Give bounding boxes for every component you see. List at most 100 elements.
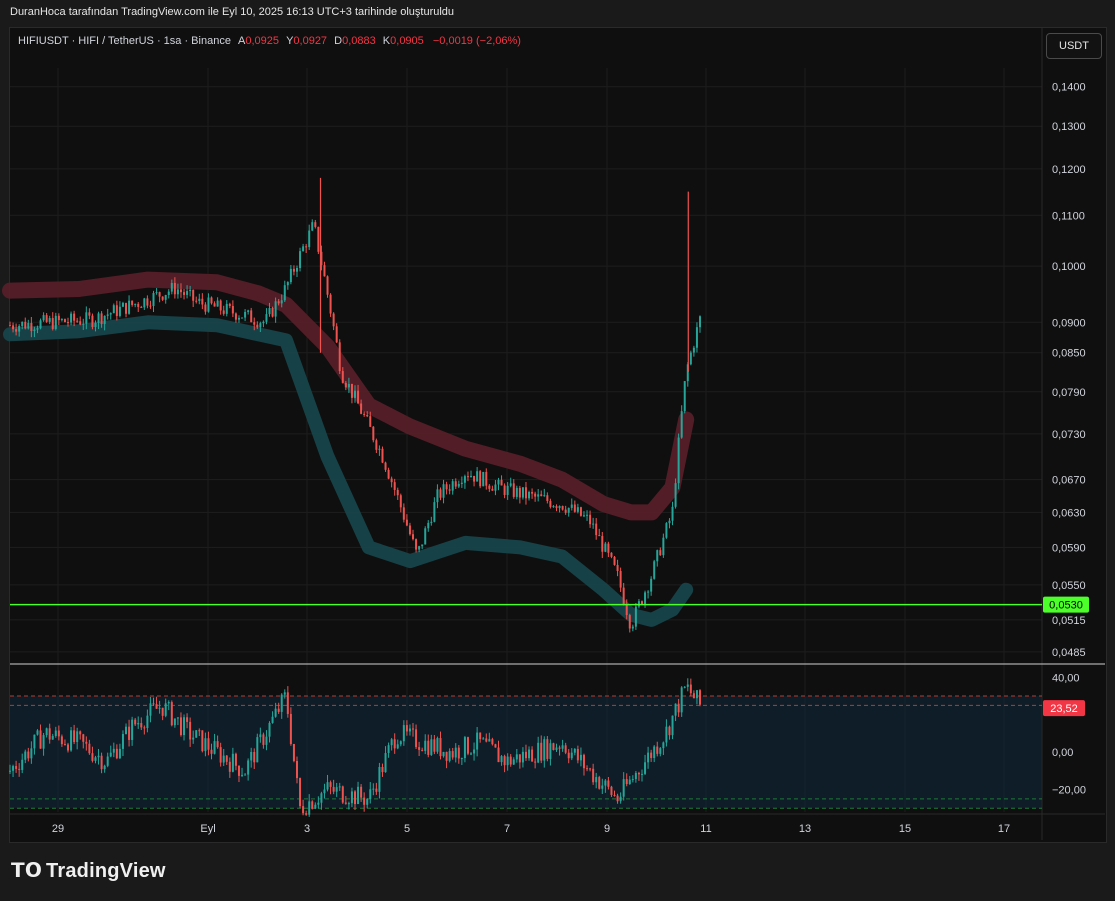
candle-body xyxy=(570,504,573,508)
price-tick-label: 0,0850 xyxy=(1052,348,1086,360)
rsi-candle-body xyxy=(656,746,659,754)
candle-body xyxy=(457,483,460,487)
time-tick-label: 17 xyxy=(998,823,1010,835)
candle-body xyxy=(524,487,527,499)
candle-body xyxy=(470,475,473,478)
candle-body xyxy=(329,294,332,314)
rsi-candle-body xyxy=(70,730,73,751)
rsi-candle-body xyxy=(91,753,94,761)
rsi-candle-body xyxy=(628,779,631,785)
tradingview-logo-icon: 𝗧𝗢 xyxy=(11,860,43,882)
candle-body xyxy=(552,506,555,508)
rsi-candle-body xyxy=(350,791,353,804)
time-tick-label: 29 xyxy=(52,823,64,835)
rsi-candle-body xyxy=(381,766,384,773)
candle-body xyxy=(262,321,265,324)
rsi-candle-body xyxy=(650,752,653,758)
candle-body xyxy=(250,310,253,323)
brand-name: TradingView xyxy=(46,860,166,882)
candle-body xyxy=(155,292,158,294)
rsi-candle-body xyxy=(125,726,128,735)
rsi-candle-body xyxy=(158,707,161,709)
candle-body xyxy=(619,571,622,588)
rsi-candle-body xyxy=(295,760,298,779)
candle-body xyxy=(494,484,497,491)
candle-body xyxy=(115,305,118,316)
rsi-candle-body xyxy=(57,730,60,737)
rsi-candle-body xyxy=(494,744,497,748)
rsi-candle-body xyxy=(259,734,262,738)
rsi-candle-body xyxy=(653,746,656,758)
price-chart[interactable]: 0,1400 0,1300 0,1200 0,1100 0,1000 0,0900 0,08… xyxy=(0,0,1115,901)
rsi-candle-body xyxy=(222,755,225,763)
rsi-candle-body xyxy=(631,779,634,781)
rsi-candle-body xyxy=(613,794,616,796)
rsi-candle-body xyxy=(430,739,433,755)
rsi-candle-body xyxy=(320,793,323,803)
rsi-candle-body xyxy=(85,741,88,744)
candle-body xyxy=(543,495,546,497)
candle-body xyxy=(628,615,631,629)
candle-body xyxy=(234,313,237,320)
price-tick-label: 0,0900 xyxy=(1052,317,1086,329)
candle-body xyxy=(131,300,134,305)
rsi-candle-body xyxy=(421,749,424,751)
candle-body xyxy=(634,606,637,627)
candle-body xyxy=(347,383,350,388)
candle-body xyxy=(265,314,268,322)
candle-body xyxy=(134,303,137,305)
candle-body xyxy=(24,321,27,329)
rsi-candle-body xyxy=(347,803,350,805)
rsi-candle-body xyxy=(60,736,63,745)
candle-body xyxy=(76,320,79,322)
candle-body xyxy=(491,488,494,491)
rsi-candle-body xyxy=(448,751,451,761)
candle-body xyxy=(271,308,274,317)
candle-body xyxy=(647,591,650,593)
rsi-candle-body xyxy=(534,761,537,763)
candle-body xyxy=(372,426,375,441)
candle-body xyxy=(512,483,515,497)
candle-body xyxy=(63,319,66,323)
rsi-candle-body xyxy=(271,716,274,723)
rsi-candle-body xyxy=(408,728,411,732)
candle-body xyxy=(259,323,262,328)
candle-body xyxy=(582,515,585,517)
rsi-candle-body xyxy=(491,739,494,745)
rsi-candle-body xyxy=(97,755,100,758)
price-tick-label: 0,1400 xyxy=(1052,82,1086,94)
rsi-candle-body xyxy=(317,802,320,805)
rsi-candle-body xyxy=(680,687,683,713)
candle-body xyxy=(683,381,686,412)
candle-body xyxy=(460,482,463,484)
candle-body xyxy=(515,487,518,497)
rsi-candle-body xyxy=(9,770,11,772)
candle-body xyxy=(12,325,15,330)
support-price-label: 0,0530 xyxy=(1049,600,1083,612)
rsi-candle-body xyxy=(326,782,329,790)
rsi-candle-body xyxy=(15,766,18,769)
rsi-candle-body xyxy=(634,772,637,780)
candle-body xyxy=(143,298,146,308)
candle-body xyxy=(442,484,445,498)
rsi-candle-body xyxy=(149,703,152,716)
candle-body xyxy=(137,303,140,307)
rsi-candle-body xyxy=(500,756,503,763)
rsi-candle-body xyxy=(103,765,106,770)
rsi-candle-body xyxy=(289,713,292,744)
rsi-candle-body xyxy=(106,756,109,766)
candle-body xyxy=(402,507,405,520)
candle-body xyxy=(231,305,234,314)
rsi-candle-body xyxy=(173,718,176,726)
candle-body xyxy=(225,303,228,314)
rsi-candle-body xyxy=(357,786,360,805)
candle-body xyxy=(360,403,363,414)
candle-body xyxy=(369,416,372,427)
rsi-candle-body xyxy=(192,737,195,740)
candle-body xyxy=(314,222,317,227)
candle-body xyxy=(650,578,653,592)
rsi-candle-body xyxy=(305,813,308,815)
rsi-candle-body xyxy=(683,686,686,688)
candle-body xyxy=(247,310,250,312)
rsi-candle-body xyxy=(30,748,33,759)
